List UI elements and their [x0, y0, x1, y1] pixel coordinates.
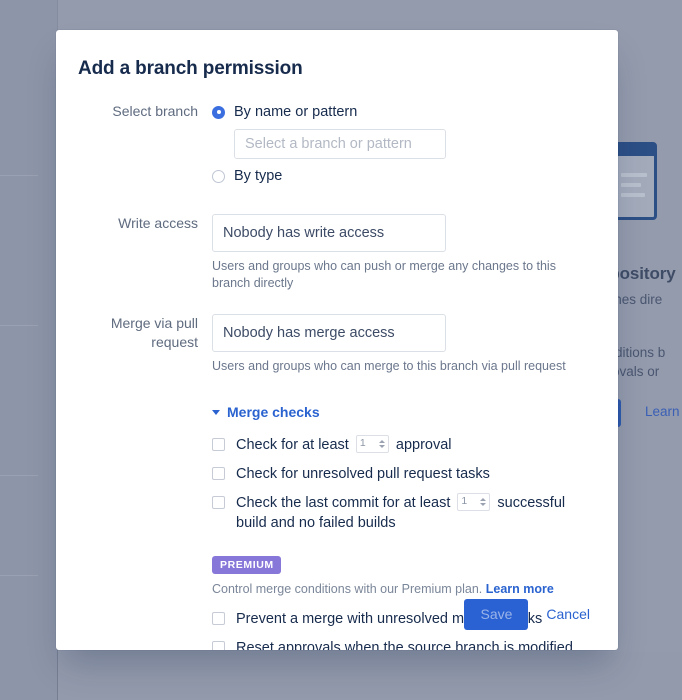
write-access-help: Users and groups who can push or merge a… [212, 259, 556, 290]
checkbox-successful-builds[interactable] [212, 495, 225, 509]
approvals-stepper[interactable]: 1 [355, 434, 389, 453]
radio-by-type-icon[interactable] [212, 169, 225, 183]
write-access-label: Write access [118, 215, 198, 231]
radio-by-name-icon[interactable] [212, 105, 225, 119]
radio-by-name-or-pattern[interactable]: By name or pattern [212, 102, 596, 122]
radio-by-name-label: By name or pattern [234, 104, 358, 120]
merge-check-text-before: Check the last commit for at least [236, 494, 451, 511]
branch-pattern-input[interactable]: Select a branch or pattern [234, 129, 446, 159]
merge-check-label: Check for unresolved pull request tasks [236, 465, 490, 482]
write-access-row: Write access Nobody has write access Use… [78, 214, 596, 292]
select-branch-body: By name or pattern Select a branch or pa… [212, 102, 596, 186]
checkbox-unresolved-tasks[interactable] [212, 466, 225, 480]
branch-pattern-placeholder: Select a branch or pattern [245, 136, 412, 152]
dialog-title: Add a branch permission [78, 58, 303, 79]
radio-by-type[interactable]: By type [212, 166, 596, 186]
merge-check-row[interactable]: Check for at least 1 approval [212, 434, 596, 455]
merge-checks-toggle[interactable]: Merge checks [212, 404, 320, 420]
merge-check-row[interactable]: Check the last commit for at least 1 suc… [212, 492, 596, 533]
write-access-value: Nobody has write access [223, 225, 385, 241]
approvals-stepper-value: 1 [359, 437, 366, 450]
cancel-button[interactable]: Cancel [540, 606, 596, 622]
background-left-sidebar [0, 0, 57, 700]
merge-via-pr-label: Merge via pull request [110, 315, 198, 350]
merge-access-picker[interactable]: Nobody has merge access [212, 314, 446, 352]
checkbox-min-approvals[interactable] [212, 437, 225, 451]
dialog-footer: Save Cancel [56, 578, 618, 650]
merge-check-text-before: Check for at least [236, 436, 349, 453]
background-vertical-divider [57, 650, 58, 700]
select-branch-label: Select branch [112, 103, 198, 119]
write-access-picker[interactable]: Nobody has write access [212, 214, 446, 252]
merge-checks-toggle-label: Merge checks [227, 403, 320, 420]
merge-access-value: Nobody has merge access [223, 325, 395, 341]
stepper-arrows-icon[interactable] [480, 497, 487, 506]
merge-via-pr-help: Users and groups who can merge to this b… [212, 359, 566, 373]
radio-by-type-label: By type [234, 168, 283, 184]
merge-via-pr-row: Merge via pull request Nobody has merge … [78, 314, 596, 375]
premium-badge: PREMIUM [212, 555, 281, 574]
save-button[interactable]: Save [464, 598, 529, 630]
merge-check-label: Check the last commit for at least 1 suc… [236, 492, 596, 533]
chevron-down-icon [212, 410, 220, 415]
background-learn-more-link[interactable]: Learn [645, 404, 680, 419]
builds-stepper[interactable]: 1 [457, 492, 491, 511]
write-access-body: Nobody has write access Users and groups… [212, 214, 596, 292]
merge-check-label: Check for at least 1 approval [236, 434, 452, 455]
merge-check-text-after: approval [395, 436, 452, 453]
merge-check-row[interactable]: Check for unresolved pull request tasks [212, 464, 596, 484]
stepper-arrows-icon[interactable] [378, 439, 385, 448]
add-branch-permission-dialog: Add a branch permission Select branch By… [56, 30, 618, 650]
builds-stepper-value: 1 [461, 495, 468, 508]
merge-via-pr-body: Nobody has merge access Users and groups… [212, 314, 596, 375]
select-branch-row: Select branch By name or pattern Select … [78, 102, 596, 186]
